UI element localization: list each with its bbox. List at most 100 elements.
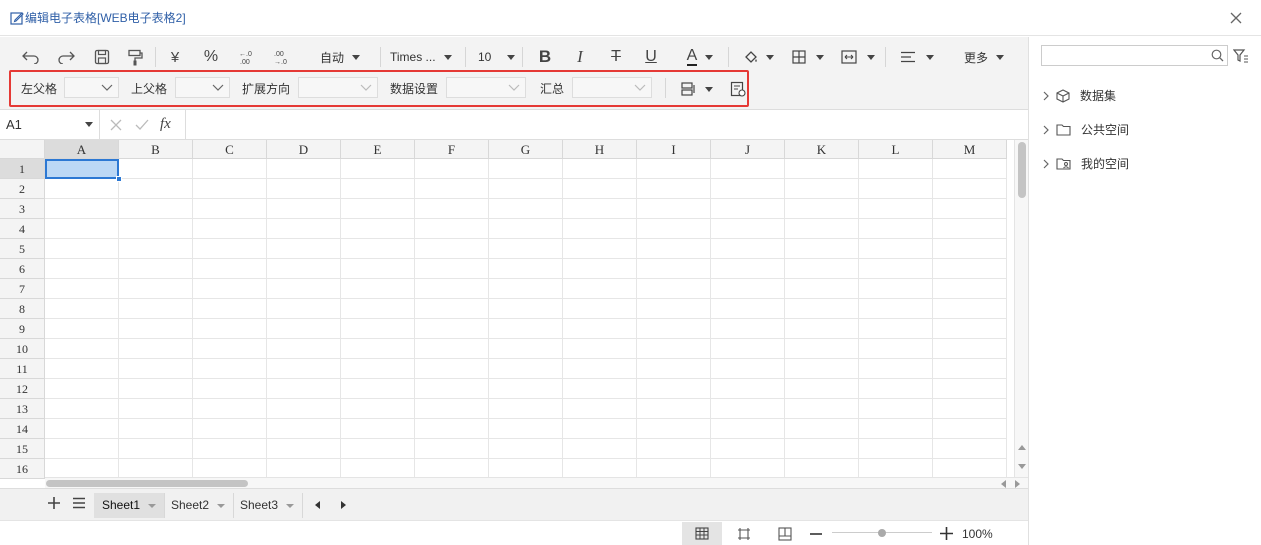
zoom-out-icon[interactable] <box>809 527 823 541</box>
row-header[interactable]: 4 <box>0 219 45 239</box>
sheet-tab-1[interactable]: Sheet1 <box>94 493 166 518</box>
column-header[interactable]: H <box>563 140 637 159</box>
top-parent-select[interactable] <box>175 77 230 98</box>
sheet-tab-2[interactable]: Sheet2 <box>163 493 235 518</box>
cell-properties-button[interactable] <box>728 77 748 101</box>
undo-button[interactable] <box>20 45 42 69</box>
column-header[interactable]: J <box>711 140 785 159</box>
decrease-decimal-button[interactable]: .00 →.0 <box>270 45 294 69</box>
resource-sidebar: 数据集 公共空间 我的空间 <box>1030 37 1261 545</box>
chevron-right-icon[interactable] <box>1042 125 1050 135</box>
formula-input[interactable] <box>186 110 1028 140</box>
row-header[interactable]: 5 <box>0 239 45 259</box>
cancel-icon[interactable] <box>110 119 122 131</box>
page-layout-icon[interactable] <box>737 527 751 541</box>
add-sheet-icon[interactable] <box>47 496 61 510</box>
zoom-slider-handle[interactable] <box>878 529 886 537</box>
column-header[interactable]: M <box>933 140 1007 159</box>
sidebar-item-my-space[interactable]: 我的空间 <box>1042 155 1129 172</box>
column-header[interactable]: A <box>45 140 119 159</box>
redo-button[interactable] <box>55 45 77 69</box>
summary-select[interactable] <box>572 77 652 98</box>
select-all-corner[interactable] <box>0 140 45 159</box>
row-header[interactable]: 8 <box>0 299 45 319</box>
more-dropdown[interactable]: 更多 <box>964 45 1005 69</box>
cell-reference-box[interactable]: A1 <box>0 110 100 140</box>
fill-handle[interactable] <box>116 176 122 182</box>
format-painter-button[interactable] <box>124 45 146 69</box>
close-icon[interactable] <box>1227 9 1245 27</box>
borders-button[interactable] <box>790 45 826 69</box>
fill-color-button[interactable] <box>742 45 776 69</box>
column-header[interactable]: I <box>637 140 711 159</box>
scrollbar-thumb[interactable] <box>46 480 248 487</box>
left-parent-select[interactable] <box>64 77 119 98</box>
row-header[interactable]: 3 <box>0 199 45 219</box>
row-header[interactable]: 13 <box>0 399 45 419</box>
chevron-right-icon[interactable] <box>1042 91 1050 101</box>
normal-view-button[interactable] <box>682 522 722 545</box>
next-sheet-icon[interactable] <box>341 501 347 509</box>
font-size-label: 10 <box>478 50 492 64</box>
row-header[interactable]: 9 <box>0 319 45 339</box>
scroll-up-icon[interactable] <box>1018 444 1026 450</box>
row-header[interactable]: 1 <box>0 159 45 179</box>
column-header[interactable]: K <box>785 140 859 159</box>
strikethrough-button[interactable]: T <box>606 45 626 69</box>
currency-button[interactable]: ¥ <box>165 45 185 69</box>
underline-button[interactable]: U <box>641 45 661 69</box>
column-header[interactable]: F <box>415 140 489 159</box>
column-header[interactable]: L <box>859 140 933 159</box>
save-button[interactable] <box>91 45 113 69</box>
column-header[interactable]: D <box>267 140 341 159</box>
horizontal-scrollbar[interactable] <box>45 477 1028 488</box>
vertical-scrollbar[interactable] <box>1014 140 1028 488</box>
row-header[interactable]: 16 <box>0 459 45 479</box>
sheet-tab-3[interactable]: Sheet3 <box>232 493 304 518</box>
grid-line <box>45 218 1007 219</box>
column-header[interactable]: C <box>193 140 267 159</box>
font-color-button[interactable]: A <box>680 45 720 69</box>
row-header[interactable]: 7 <box>0 279 45 299</box>
search-input[interactable] <box>1041 45 1228 66</box>
column-header[interactable]: G <box>489 140 563 159</box>
row-header[interactable]: 2 <box>0 179 45 199</box>
increase-decimal-button[interactable]: ←.0.00 <box>235 45 259 69</box>
sheet-grid[interactable]: A B C D E F G H I J K L M 1 2 3 4 5 6 7 8 9 10 11 12 13 14 15 16 <box>0 140 1028 488</box>
sidebar-item-public-space[interactable]: 公共空间 <box>1042 121 1129 138</box>
column-header[interactable]: B <box>119 140 193 159</box>
zoom-in-icon[interactable] <box>939 526 954 541</box>
page-break-icon[interactable] <box>778 527 792 541</box>
expand-setting-button[interactable] <box>678 77 716 101</box>
font-family-dropdown[interactable]: Times ... <box>390 45 452 69</box>
scrollbar-thumb[interactable] <box>1018 142 1026 198</box>
percent-button[interactable]: % <box>200 45 222 69</box>
scroll-down-icon[interactable] <box>1018 464 1026 470</box>
search-icon[interactable] <box>1211 49 1224 62</box>
sidebar-item-dataset[interactable]: 数据集 <box>1042 87 1116 104</box>
row-header[interactable]: 14 <box>0 419 45 439</box>
data-settings-select[interactable] <box>446 77 526 98</box>
chevron-down-icon <box>508 84 520 91</box>
align-button[interactable] <box>899 45 935 69</box>
prev-sheet-icon[interactable] <box>314 501 320 509</box>
row-header[interactable]: 12 <box>0 379 45 399</box>
expand-direction-select[interactable] <box>298 77 378 98</box>
selected-cell[interactable] <box>45 159 119 179</box>
number-format-dropdown[interactable]: 自动 <box>320 45 361 69</box>
merge-cells-button[interactable] <box>840 45 876 69</box>
italic-button[interactable]: I <box>570 45 590 69</box>
confirm-icon[interactable] <box>135 119 149 131</box>
sheet-list-icon[interactable] <box>72 497 86 509</box>
font-size-dropdown[interactable]: 10 <box>478 45 516 69</box>
row-header[interactable]: 15 <box>0 439 45 459</box>
bold-button[interactable]: B <box>535 45 555 69</box>
row-header[interactable]: 6 <box>0 259 45 279</box>
filter-icon[interactable] <box>1233 48 1249 64</box>
scroll-left-icon[interactable] <box>1000 480 1006 488</box>
row-header[interactable]: 11 <box>0 359 45 379</box>
row-header[interactable]: 10 <box>0 339 45 359</box>
chevron-right-icon[interactable] <box>1042 159 1050 169</box>
scroll-right-icon[interactable] <box>1015 480 1021 488</box>
column-header[interactable]: E <box>341 140 415 159</box>
